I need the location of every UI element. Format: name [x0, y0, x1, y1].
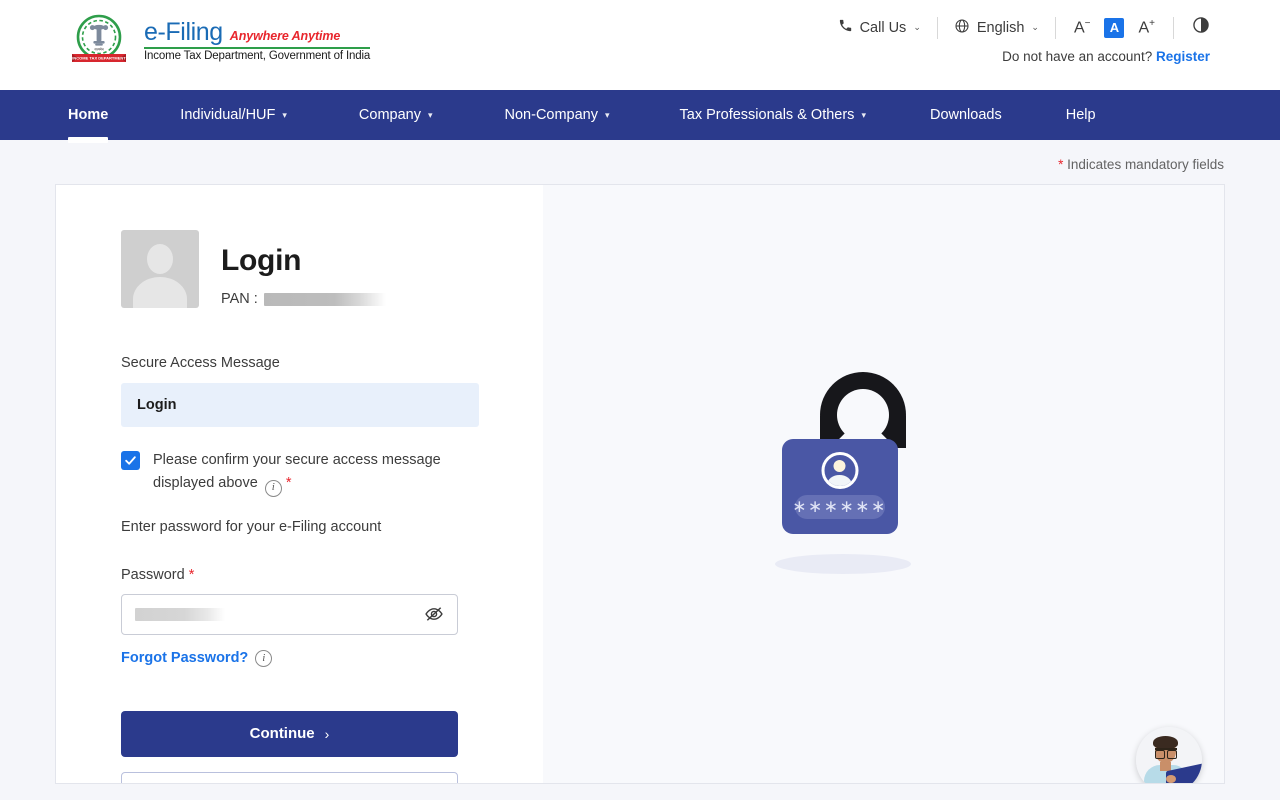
- nav-item-non-company[interactable]: Non-Company ▾: [505, 90, 610, 140]
- logo-divider-rule: [144, 47, 371, 49]
- continue-label: Continue: [249, 725, 315, 743]
- register-link[interactable]: Register: [1156, 49, 1210, 64]
- login-card: Login PAN : Secure Access Message Login …: [55, 184, 1225, 784]
- info-circle-icon[interactable]: i: [255, 649, 273, 667]
- chevron-down-icon: ▾: [861, 109, 866, 120]
- padlock-user-body: [827, 475, 852, 486]
- call-us-label: Call Us: [859, 19, 907, 36]
- language-label: English: [976, 19, 1025, 36]
- india-national-emblem-icon: सत्यमेव INCOME TAX DEPARTMENT: [68, 12, 134, 68]
- nav-item-help[interactable]: Help: [1066, 90, 1096, 140]
- nav-item-company[interactable]: Company ▾: [359, 90, 433, 140]
- pan-row: PAN :: [221, 291, 386, 307]
- logo-subtitle: Income Tax Department, Government of Ind…: [144, 50, 371, 62]
- register-prompt: Do not have an account? Register: [1002, 49, 1224, 64]
- header-right-controls: Call Us ⌄ English ⌄ A− A A+ Do not have …: [822, 0, 1224, 64]
- chatbot-glasses-icon: [1155, 748, 1177, 759]
- illustration-panel: ∗∗∗∗∗∗: [543, 185, 1224, 783]
- secure-access-message-label: Secure Access Message: [121, 355, 280, 371]
- back-button[interactable]: ‹ Back: [121, 771, 458, 783]
- nav-item-home[interactable]: Home: [68, 90, 109, 143]
- font-increase-button[interactable]: A+: [1138, 18, 1155, 36]
- nav-label: Downloads: [929, 107, 1002, 123]
- chevron-down-icon: ▾: [282, 109, 287, 120]
- forgot-password-row: Forgot Password? i: [121, 649, 543, 667]
- secure-access-message-box: Login: [121, 383, 479, 427]
- required-star: *: [1058, 157, 1064, 172]
- login-header: Login PAN :: [121, 230, 543, 308]
- chevron-right-icon: ›: [324, 725, 330, 742]
- call-us-menu[interactable]: Call Us ⌄: [822, 18, 937, 37]
- page-body: * Indicates mandatory fields Login PAN :…: [0, 140, 1280, 800]
- chevron-down-icon: ▾: [427, 109, 433, 120]
- nav-label: Individual/HUF: [180, 107, 276, 123]
- chatbot-hand: [1166, 775, 1176, 783]
- eye-off-icon[interactable]: [424, 604, 444, 624]
- mandatory-note-text: Indicates mandatory fields: [1067, 157, 1224, 172]
- open-padlock-illustration: ∗∗∗∗∗∗: [774, 364, 982, 604]
- login-form-panel: Login PAN : Secure Access Message Login …: [56, 185, 543, 783]
- pan-label: PAN :: [221, 291, 258, 307]
- mandatory-fields-note: * Indicates mandatory fields: [0, 140, 1280, 172]
- nav-item-downloads[interactable]: Downloads: [930, 90, 1002, 140]
- site-logo[interactable]: सत्यमेव INCOME TAX DEPARTMENT e-Filing A…: [68, 0, 370, 68]
- padlock-user-avatar-icon: [821, 452, 858, 489]
- confirm-secure-message-checkbox[interactable]: [121, 451, 140, 470]
- continue-button[interactable]: Continue ›: [121, 710, 458, 757]
- nav-label: Home: [68, 107, 109, 123]
- pan-value-redacted: [263, 292, 386, 306]
- forgot-password-link[interactable]: Forgot Password?: [121, 650, 248, 666]
- phone-icon: [838, 18, 853, 37]
- globe-icon: [954, 18, 970, 38]
- nav-item-individual-huf[interactable]: Individual/HUF ▾: [180, 90, 287, 140]
- account-prompt-text: Do not have an account?: [1002, 49, 1153, 64]
- nav-label: Company: [358, 107, 421, 123]
- nav-label: Non-Company: [504, 107, 599, 123]
- user-placeholder-avatar: [121, 230, 199, 308]
- main-navigation: Home Individual/HUF ▾ Company ▾ Non-Comp…: [0, 90, 1280, 143]
- padlock-password-field: ∗∗∗∗∗∗: [792, 495, 885, 519]
- padlock-body: ∗∗∗∗∗∗: [781, 439, 898, 534]
- nav-label: Help: [1065, 107, 1096, 123]
- chevron-down-icon: ▾: [605, 109, 610, 120]
- svg-text:सत्यमेव: सत्यमेव: [94, 46, 103, 51]
- svg-text:INCOME TAX DEPARTMENT: INCOME TAX DEPARTMENT: [72, 56, 126, 61]
- password-input[interactable]: [121, 593, 458, 635]
- top-header: सत्यमेव INCOME TAX DEPARTMENT e-Filing A…: [0, 0, 1280, 90]
- font-decrease-button[interactable]: A−: [1074, 18, 1091, 36]
- font-normal-button[interactable]: A: [1104, 17, 1125, 38]
- logo-text: e-Filing Anywhere Anytime Income Tax Dep…: [144, 18, 370, 62]
- password-value-redacted: [135, 607, 225, 621]
- contrast-half-circle-icon[interactable]: [1174, 16, 1224, 39]
- password-intro-text: Enter password for your e-Filing account: [121, 518, 382, 535]
- logo-title: e-Filing: [144, 18, 223, 46]
- nav-label: Tax Professionals & Others: [679, 107, 855, 123]
- password-label: Password *: [121, 567, 543, 583]
- confirm-text: Please confirm your secure access messag…: [153, 452, 441, 492]
- chevron-down-icon: ⌄: [913, 22, 921, 32]
- nav-item-tax-professionals-others[interactable]: Tax Professionals & Others ▾: [680, 90, 866, 140]
- page-title: Login: [221, 244, 302, 277]
- chatbot-assistant-avatar[interactable]: [1136, 727, 1202, 783]
- confirm-secure-message-label: Please confirm your secure access messag…: [153, 449, 447, 497]
- language-selector[interactable]: English ⌄: [938, 18, 1055, 38]
- required-star: *: [188, 566, 195, 583]
- padlock-shadow: [774, 554, 911, 574]
- font-size-controls: A− A A+: [1056, 17, 1173, 38]
- confirm-secure-message-row: Please confirm your secure access messag…: [121, 449, 479, 497]
- chevron-down-icon: ⌄: [1031, 22, 1039, 32]
- info-circle-icon[interactable]: i: [264, 479, 282, 497]
- logo-tagline: Anywhere Anytime: [229, 29, 341, 43]
- required-star: *: [285, 475, 292, 492]
- padlock-user-head: [833, 460, 846, 472]
- password-label-text: Password: [121, 566, 185, 583]
